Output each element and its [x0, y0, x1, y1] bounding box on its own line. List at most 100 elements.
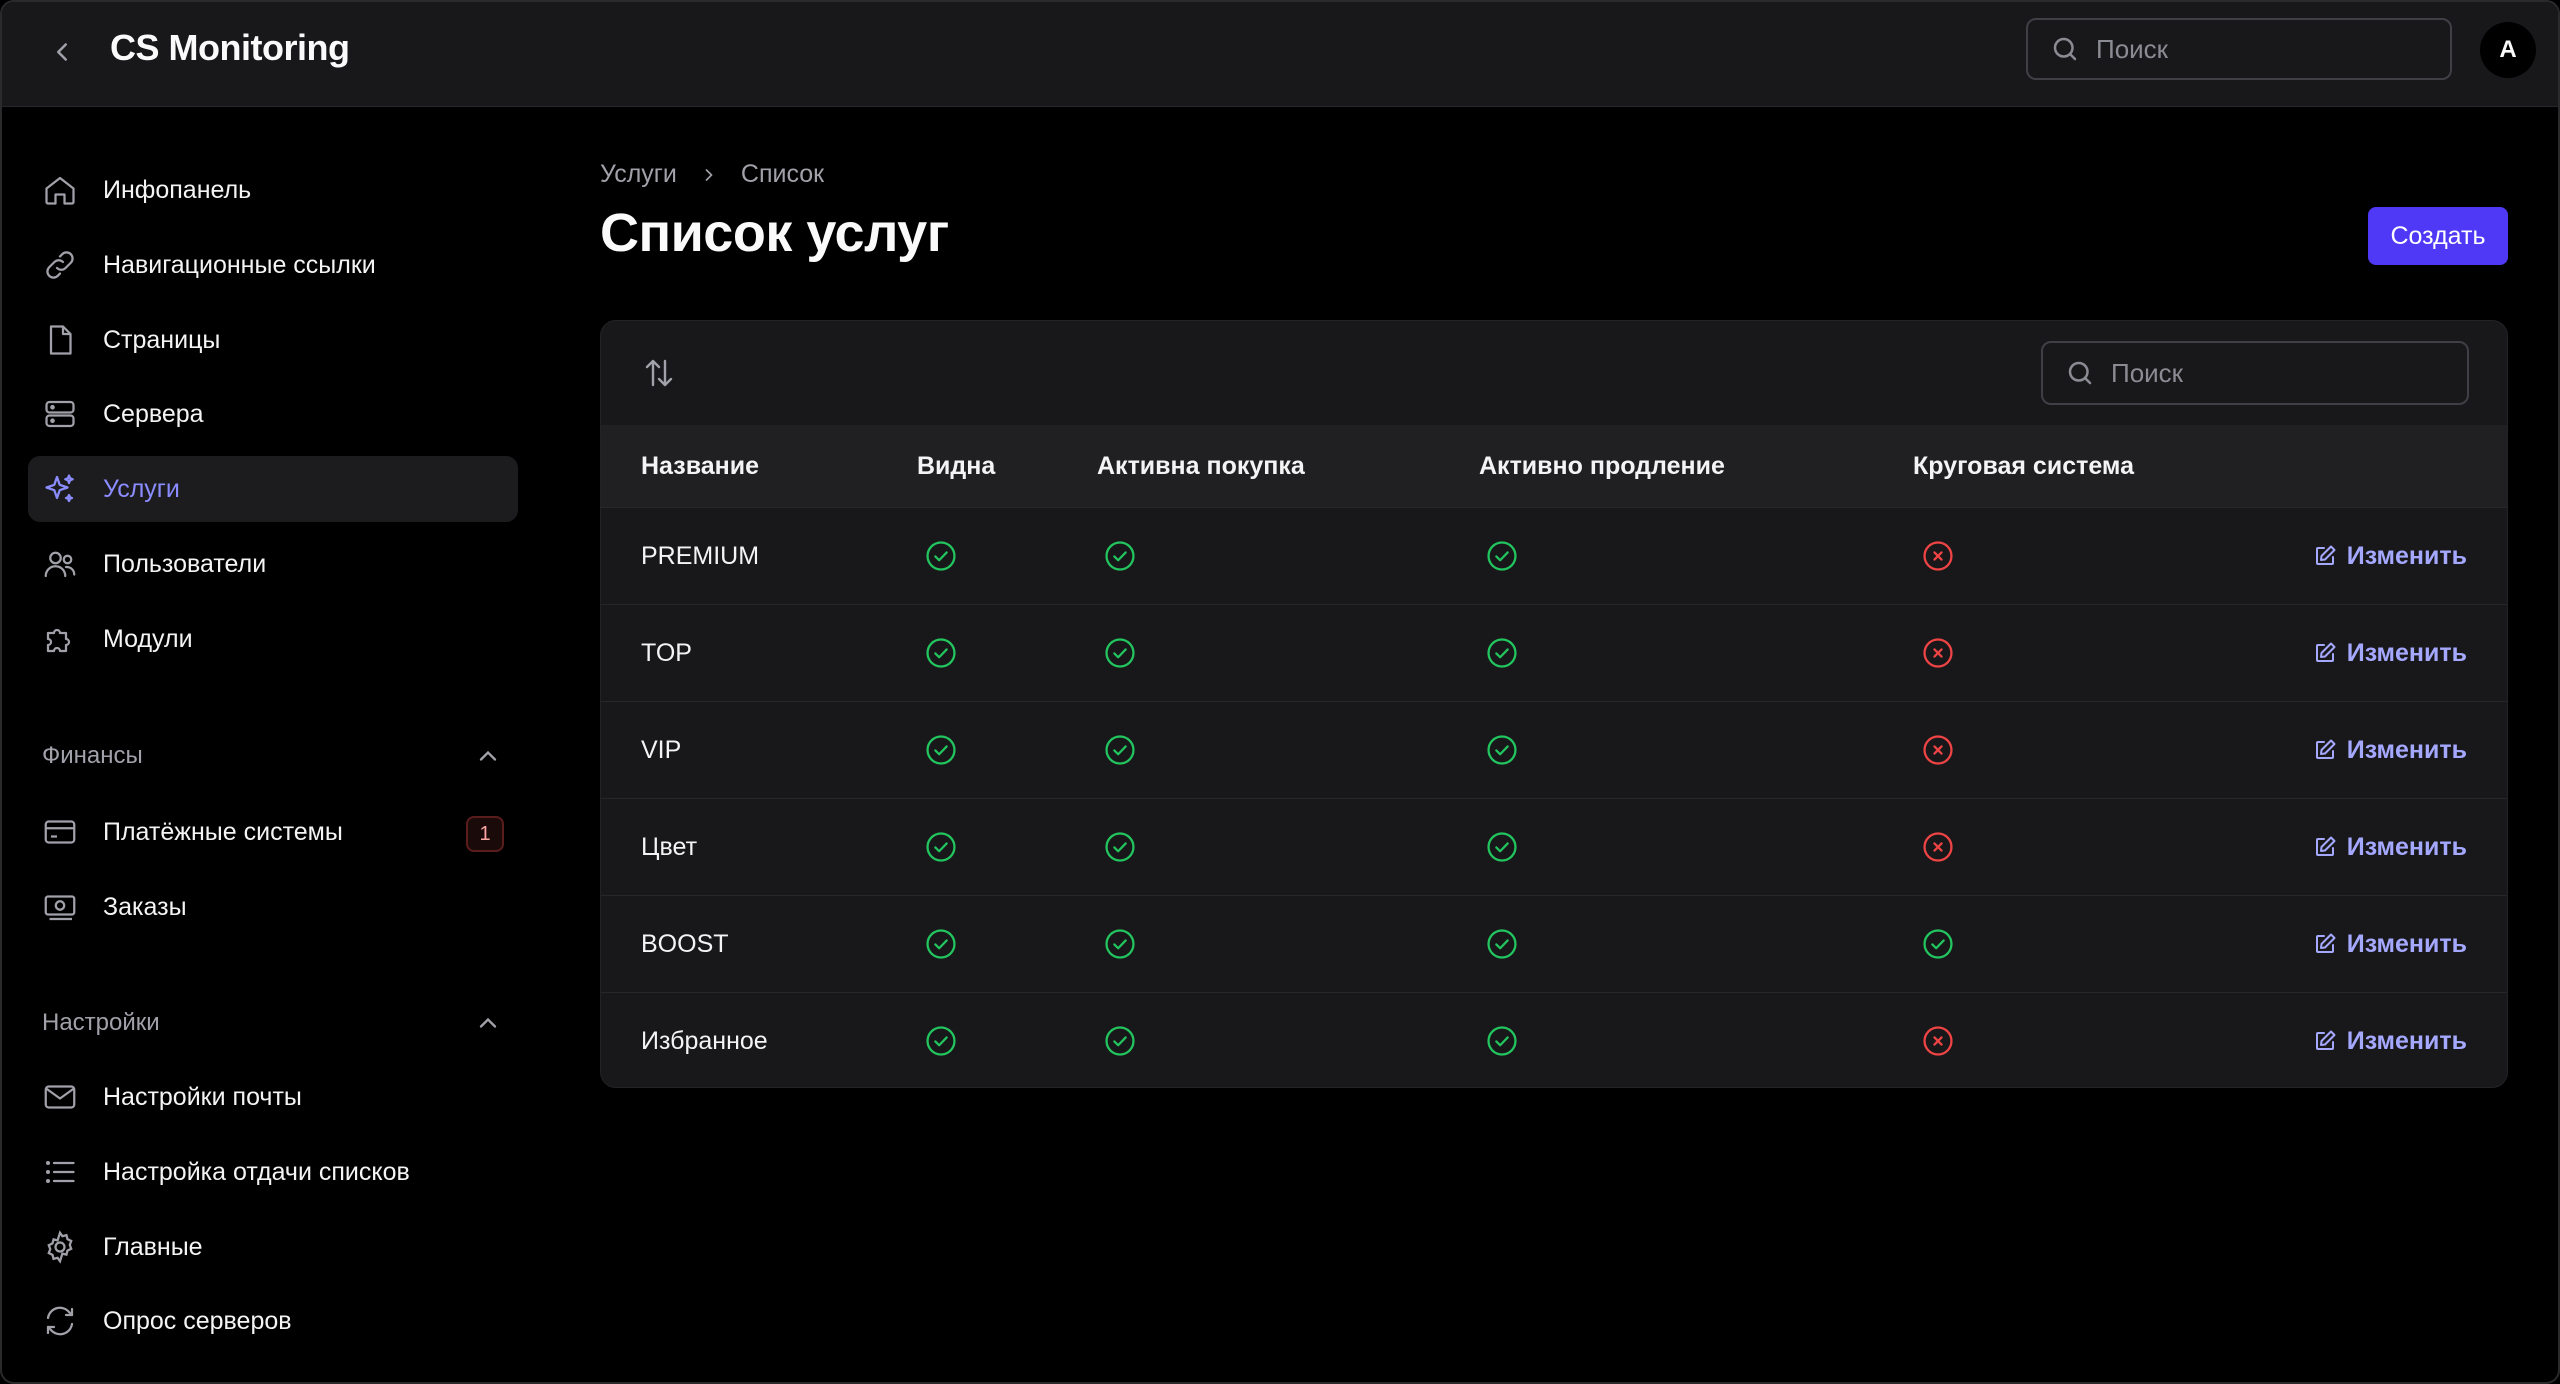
edit-icon	[2315, 642, 2336, 662]
back-button[interactable]	[40, 30, 84, 74]
edit-icon	[2315, 836, 2336, 856]
chevron-up-icon[interactable]	[474, 1009, 502, 1037]
top-bar: CS Monitoring A	[2, 2, 2558, 107]
check-circle-icon	[1103, 636, 1137, 670]
notification-badge: 1	[466, 816, 504, 852]
check-circle-icon	[924, 539, 958, 573]
sidebar-item-server-polling[interactable]: Опрос серверов	[28, 1288, 518, 1354]
cell-service-name: TOP	[641, 639, 692, 667]
section-settings: Настройки	[42, 1003, 502, 1043]
page-title: Список услуг	[600, 203, 949, 263]
list-icon	[45, 1160, 75, 1184]
edit-icon	[2315, 1030, 2336, 1050]
link-icon	[46, 251, 74, 279]
table-toolbar	[601, 321, 2507, 426]
edit-button[interactable]: Изменить	[2313, 702, 2467, 798]
table-search-input[interactable]	[2109, 356, 2433, 390]
table-row: BOOST Изменить	[601, 896, 2507, 993]
edit-icon	[2315, 739, 2336, 759]
search-icon	[2068, 361, 2092, 385]
column-header-name[interactable]: Название	[641, 425, 759, 507]
check-circle-icon	[924, 636, 958, 670]
sidebar-item-label: Страницы	[103, 326, 221, 354]
table-row: VIP Изменить	[601, 702, 2507, 799]
credit-card-icon	[44, 820, 76, 844]
sidebar-item-general[interactable]: Главные	[28, 1214, 518, 1280]
column-header-visible[interactable]: Видна	[917, 425, 995, 507]
edit-icon	[2315, 545, 2336, 565]
x-circle-icon	[1921, 830, 1955, 864]
check-circle-icon	[1485, 733, 1519, 767]
sidebar-item-modules[interactable]: Модули	[28, 606, 518, 672]
app-window: CS Monitoring A Инфопанель Навигационные…	[0, 0, 2560, 1384]
sidebar-item-pages[interactable]: Страницы	[28, 307, 518, 373]
column-header-circular[interactable]: Круговая система	[1913, 425, 2134, 507]
users-icon	[44, 551, 76, 578]
gear-icon	[47, 1230, 73, 1264]
sidebar-item-nav-links[interactable]: Навигационные ссылки	[28, 232, 518, 298]
section-settings-label: Настройки	[42, 1009, 160, 1036]
check-circle-icon	[1103, 830, 1137, 864]
mail-icon	[44, 1085, 76, 1109]
sidebar-item-services[interactable]: Услуги	[28, 456, 518, 522]
edit-button[interactable]: Изменить	[2313, 799, 2467, 895]
sparkles-icon	[45, 474, 74, 503]
check-circle-icon	[1485, 539, 1519, 573]
chevron-up-icon[interactable]	[474, 742, 502, 770]
sidebar-item-label: Модули	[103, 625, 193, 653]
edit-label: Изменить	[2346, 638, 2467, 667]
global-search-input[interactable]	[2094, 32, 2418, 66]
sort-icon[interactable]	[641, 355, 677, 391]
avatar[interactable]: A	[2480, 22, 2536, 78]
edit-button[interactable]: Изменить	[2313, 993, 2467, 1087]
column-header-renewal[interactable]: Активно продление	[1479, 425, 1725, 507]
edit-button[interactable]: Изменить	[2313, 605, 2467, 701]
services-table: Название Видна Активна покупка Активно п…	[600, 320, 2508, 1088]
breadcrumb-services[interactable]: Услуги	[600, 160, 677, 189]
chevron-right-icon	[705, 168, 713, 181]
edit-label: Изменить	[2346, 929, 2467, 958]
app-title: CS Monitoring	[110, 27, 350, 68]
cell-service-name: VIP	[641, 736, 682, 764]
sidebar-item-servers[interactable]: Сервера	[28, 381, 518, 447]
sidebar-item-label: Опрос серверов	[103, 1307, 292, 1335]
table-search[interactable]	[2041, 341, 2469, 405]
table-header: Название Видна Активна покупка Активно п…	[601, 425, 2507, 508]
table-row: PREMIUM Изменить	[601, 508, 2507, 605]
column-header-purchase[interactable]: Активна покупка	[1097, 425, 1305, 507]
check-circle-icon	[924, 1024, 958, 1058]
cell-service-name: Избранное	[641, 1027, 768, 1055]
global-search[interactable]	[2026, 18, 2452, 80]
section-finance-label: Финансы	[42, 742, 143, 769]
sidebar-item-mail-settings[interactable]: Настройки почты	[28, 1064, 518, 1130]
sidebar-item-dashboard[interactable]: Инфопанель	[28, 157, 518, 223]
sidebar-item-orders[interactable]: Заказы	[28, 874, 518, 940]
edit-button[interactable]: Изменить	[2313, 896, 2467, 992]
sidebar-item-label: Пользователи	[103, 550, 267, 578]
sidebar-item-label: Инфопанель	[103, 176, 252, 204]
table-row: Избранное Изменить	[601, 993, 2507, 1087]
sidebar-item-payment-systems[interactable]: Платёжные системы 1	[28, 799, 518, 865]
sidebar-item-label: Настройки почты	[103, 1083, 302, 1111]
x-circle-icon	[1921, 539, 1955, 573]
sidebar-item-label: Услуги	[103, 475, 180, 503]
sidebar-item-label: Платёжные системы	[103, 818, 343, 846]
check-circle-icon	[924, 733, 958, 767]
sidebar: Инфопанель Навигационные ссылки Страницы…	[2, 106, 542, 1382]
breadcrumb-current: Список	[740, 160, 825, 188]
check-circle-icon	[1103, 733, 1137, 767]
sidebar-item-label: Главные	[103, 1233, 203, 1261]
create-button[interactable]: Создать	[2368, 207, 2508, 265]
sidebar-item-users[interactable]: Пользователи	[28, 531, 518, 597]
page-icon	[49, 325, 72, 355]
check-circle-icon	[1485, 636, 1519, 670]
chevron-left-icon	[57, 43, 67, 61]
edit-label: Изменить	[2346, 1026, 2467, 1055]
x-circle-icon	[1921, 733, 1955, 767]
search-icon	[2053, 37, 2077, 61]
cell-service-name: Цвет	[641, 833, 698, 861]
sidebar-item-list-output[interactable]: Настройка отдачи списков	[28, 1139, 518, 1205]
check-circle-icon	[1485, 1024, 1519, 1058]
edit-button[interactable]: Изменить	[2313, 508, 2467, 604]
puzzle-icon	[46, 628, 71, 653]
